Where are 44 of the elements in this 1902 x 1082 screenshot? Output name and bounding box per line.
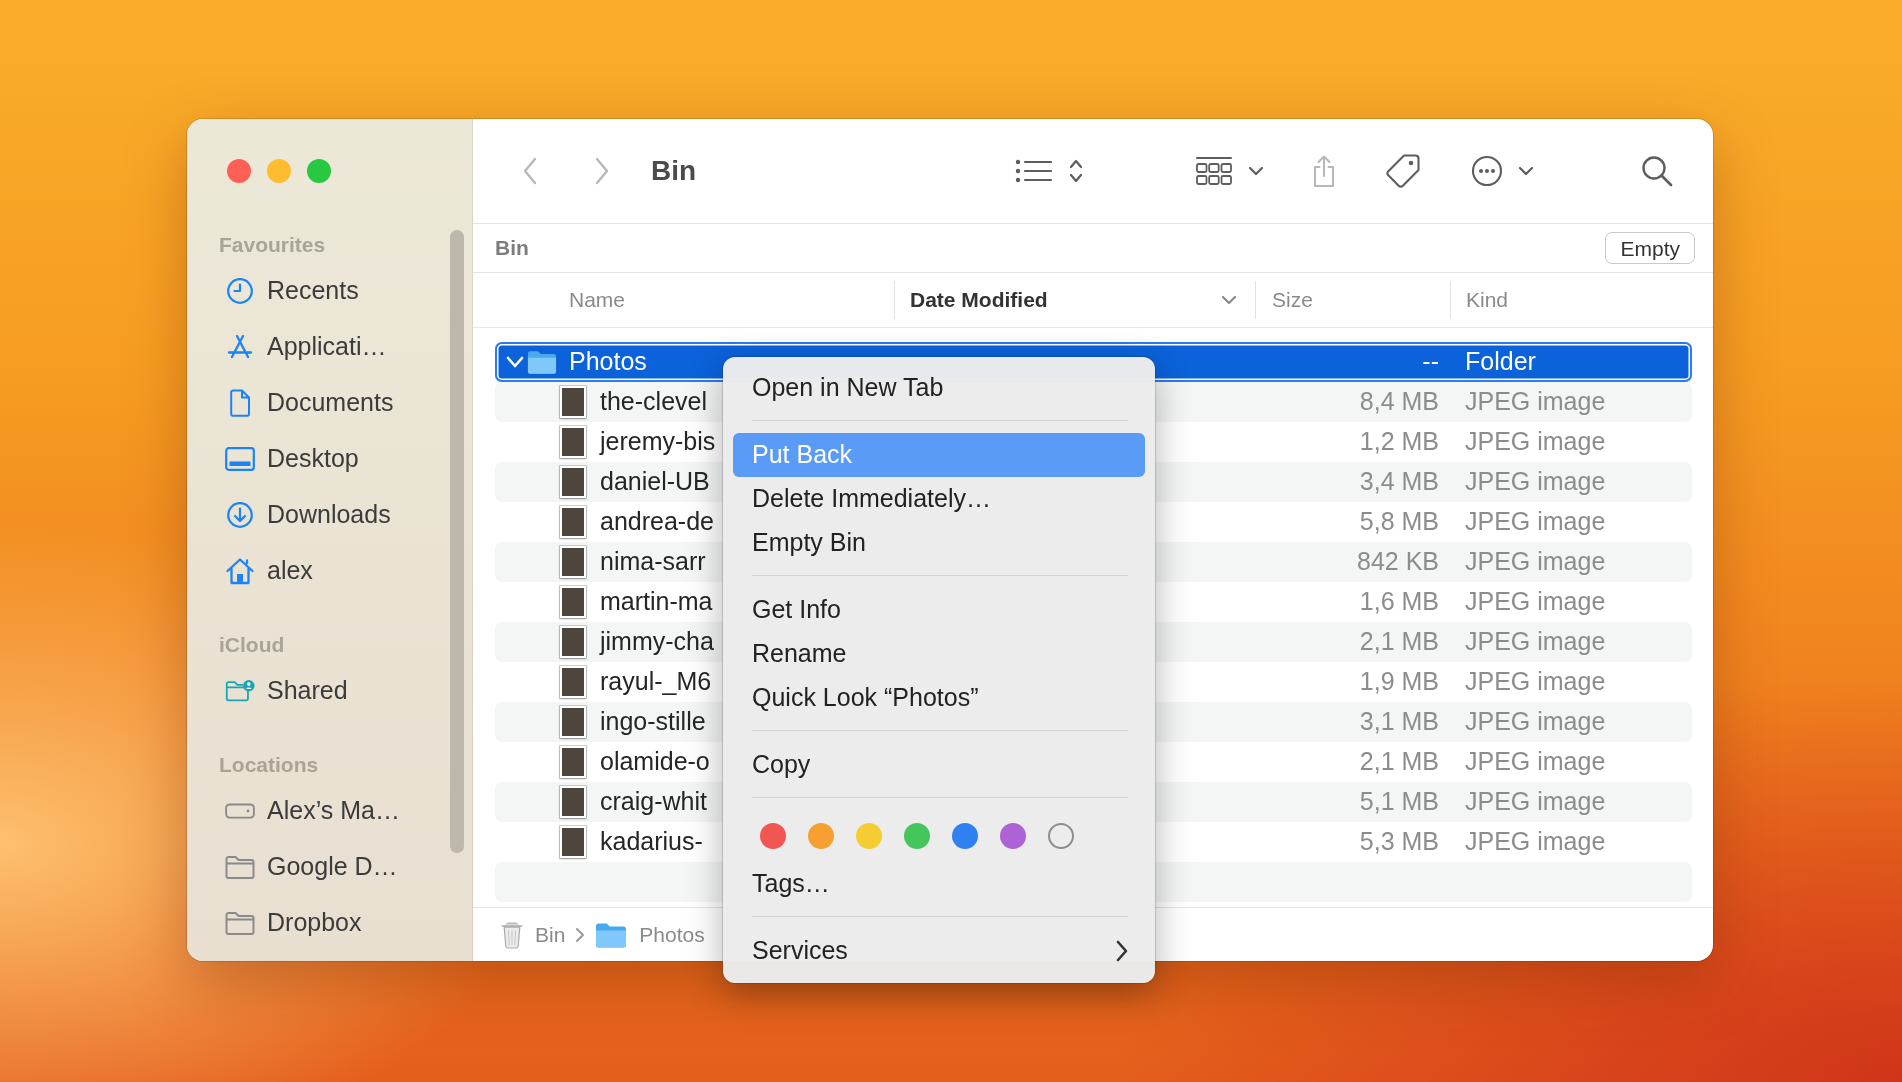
file-kind: JPEG image xyxy=(1465,547,1606,576)
file-kind: Folder xyxy=(1465,347,1536,376)
file-name: the-clevel xyxy=(600,386,707,418)
file-kind: JPEG image xyxy=(1465,507,1606,536)
file-size: 5,1 MB xyxy=(1359,787,1439,816)
folder-name: Photos xyxy=(569,346,647,378)
file-kind: JPEG image xyxy=(1465,587,1606,616)
file-kind: JPEG image xyxy=(1465,427,1606,456)
section-heading: Favourites xyxy=(218,232,327,258)
window-title: Bin xyxy=(651,154,697,188)
file-size: 2,1 MB xyxy=(1359,627,1439,656)
file-size: 1,6 MB xyxy=(1359,587,1439,616)
file-size: 3,4 MB xyxy=(1359,467,1439,496)
file-size: -- xyxy=(1422,347,1439,376)
file-kind: JPEG image xyxy=(1465,627,1606,656)
location-title: Bin xyxy=(495,235,529,262)
section-heading: Locations xyxy=(218,752,320,778)
file-size: 3,1 MB xyxy=(1359,707,1439,736)
file-size: 1,2 MB xyxy=(1359,427,1439,456)
file-size: 8,4 MB xyxy=(1359,387,1439,416)
section-heading: iCloud xyxy=(218,632,286,658)
file-name: kadarius- xyxy=(600,826,703,858)
file-kind: JPEG image xyxy=(1465,827,1606,856)
file-kind: JPEG image xyxy=(1465,747,1606,776)
file-name: ingo-stille xyxy=(600,706,706,738)
file-name: jeremy-bis xyxy=(600,426,716,458)
file-kind: JPEG image xyxy=(1465,667,1606,696)
file-kind: JPEG image xyxy=(1465,707,1606,736)
file-size: 1,9 MB xyxy=(1359,667,1439,696)
file-size: 2,1 MB xyxy=(1359,747,1439,776)
file-name: rayul-_M6 xyxy=(600,666,712,698)
file-size: 5,3 MB xyxy=(1359,827,1439,856)
file-name: martin-ma xyxy=(600,586,713,618)
file-kind: JPEG image xyxy=(1465,467,1606,496)
file-name: olamide-o xyxy=(600,746,710,778)
file-kind: JPEG image xyxy=(1465,387,1606,416)
file-name: andrea-de xyxy=(600,506,714,538)
file-name: jimmy-cha xyxy=(600,626,714,658)
file-size: 5,8 MB xyxy=(1359,507,1439,536)
file-kind: JPEG image xyxy=(1465,787,1606,816)
file-name: daniel-UB xyxy=(600,466,710,498)
file-name: craig-whit xyxy=(600,786,707,818)
file-name: nima-sarr xyxy=(600,546,706,578)
file-size: 842 KB xyxy=(1357,547,1439,576)
